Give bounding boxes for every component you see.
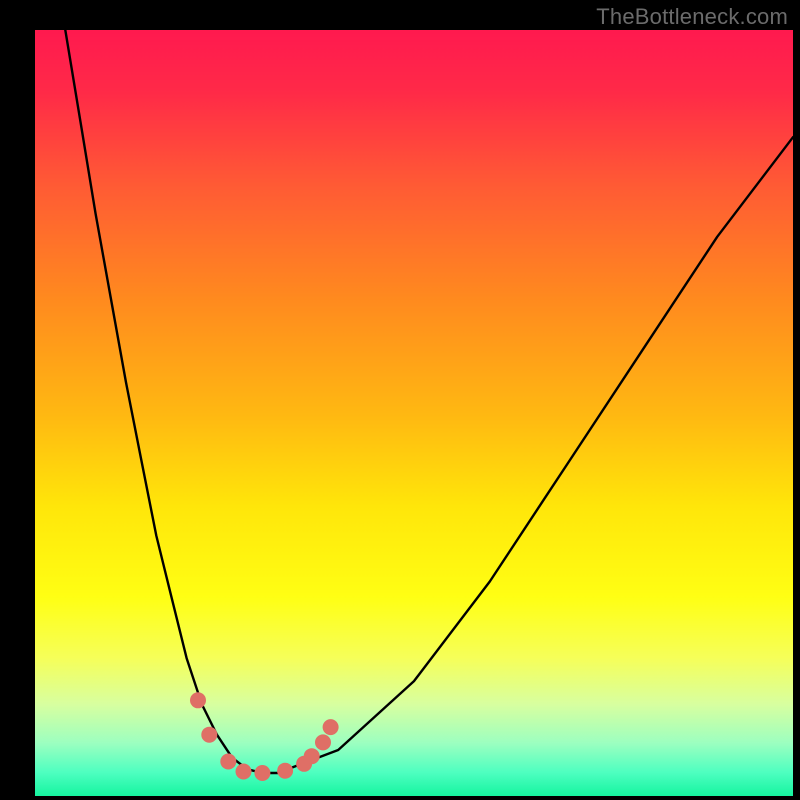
- data-marker: [190, 692, 206, 708]
- data-marker: [277, 763, 293, 779]
- chart-frame: TheBottleneck.com: [0, 0, 800, 800]
- watermark-text: TheBottleneck.com: [596, 4, 788, 30]
- data-marker: [254, 765, 270, 781]
- curve-path: [65, 30, 793, 773]
- plot-area: [35, 30, 793, 796]
- data-marker: [220, 754, 236, 770]
- data-marker: [236, 764, 252, 780]
- data-marker: [315, 734, 331, 750]
- bottleneck-curve: [35, 30, 793, 796]
- data-marker: [201, 727, 217, 743]
- data-marker: [323, 719, 339, 735]
- data-marker: [304, 748, 320, 764]
